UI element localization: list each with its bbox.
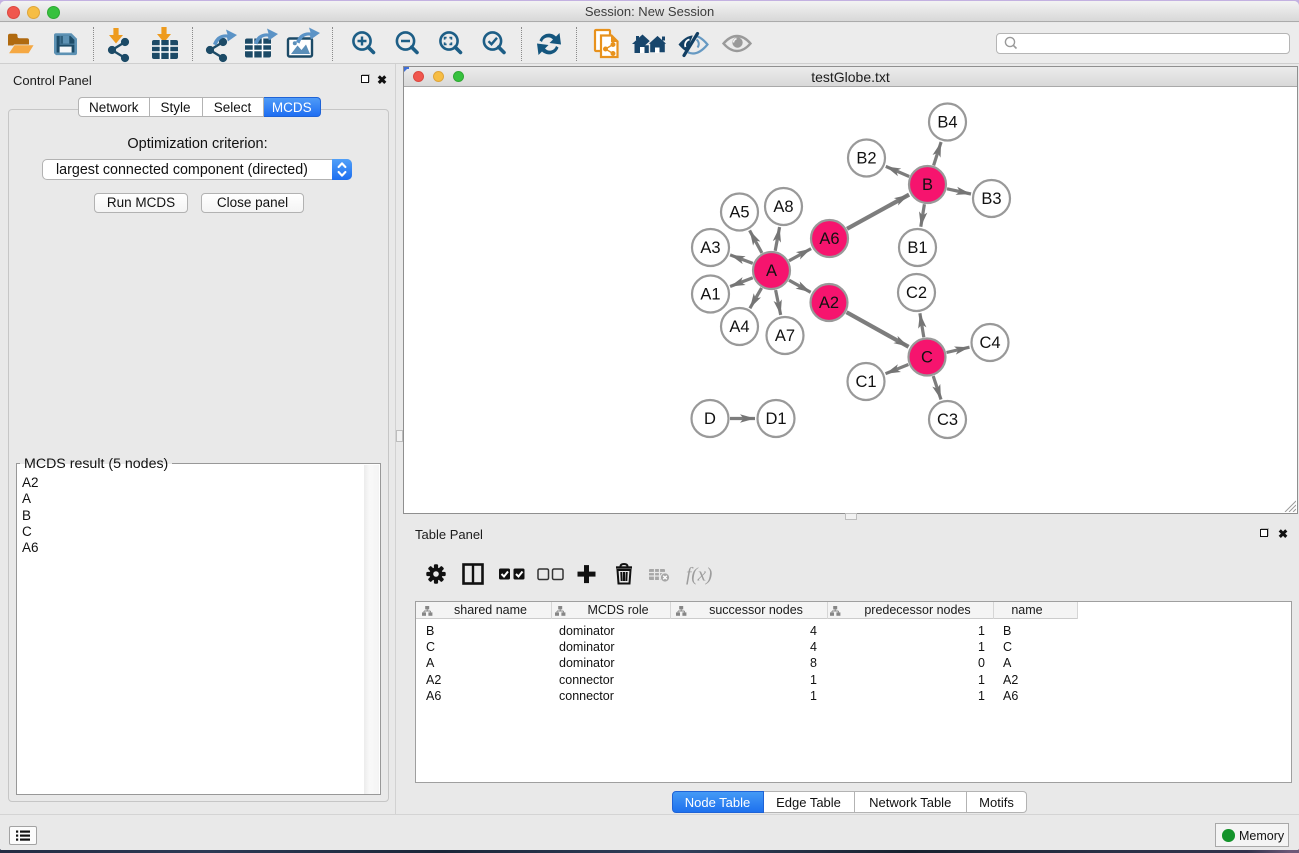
svg-text:D: D	[704, 410, 716, 428]
svg-text:D1: D1	[765, 410, 786, 428]
svg-text:A1: A1	[700, 286, 720, 304]
svg-text:f(x): f(x)	[686, 565, 712, 586]
svg-text:A5: A5	[729, 204, 749, 222]
svg-text:A8: A8	[773, 198, 793, 216]
svg-text:B1: B1	[907, 239, 927, 257]
svg-text:A6: A6	[819, 230, 839, 248]
svg-text:C4: C4	[979, 334, 1000, 352]
svg-text:C: C	[921, 349, 933, 367]
svg-text:C1: C1	[855, 373, 876, 391]
svg-text:B3: B3	[981, 190, 1001, 208]
svg-text:B4: B4	[937, 114, 957, 132]
svg-text:C3: C3	[937, 411, 958, 429]
svg-text:A7: A7	[775, 327, 795, 345]
svg-text:A: A	[766, 262, 777, 280]
svg-text:B: B	[922, 176, 933, 194]
svg-text:C2: C2	[906, 284, 927, 302]
svg-text:A4: A4	[729, 318, 749, 336]
svg-text:A2: A2	[819, 294, 839, 312]
svg-text:A3: A3	[700, 239, 720, 257]
svg-text:B2: B2	[856, 150, 876, 168]
